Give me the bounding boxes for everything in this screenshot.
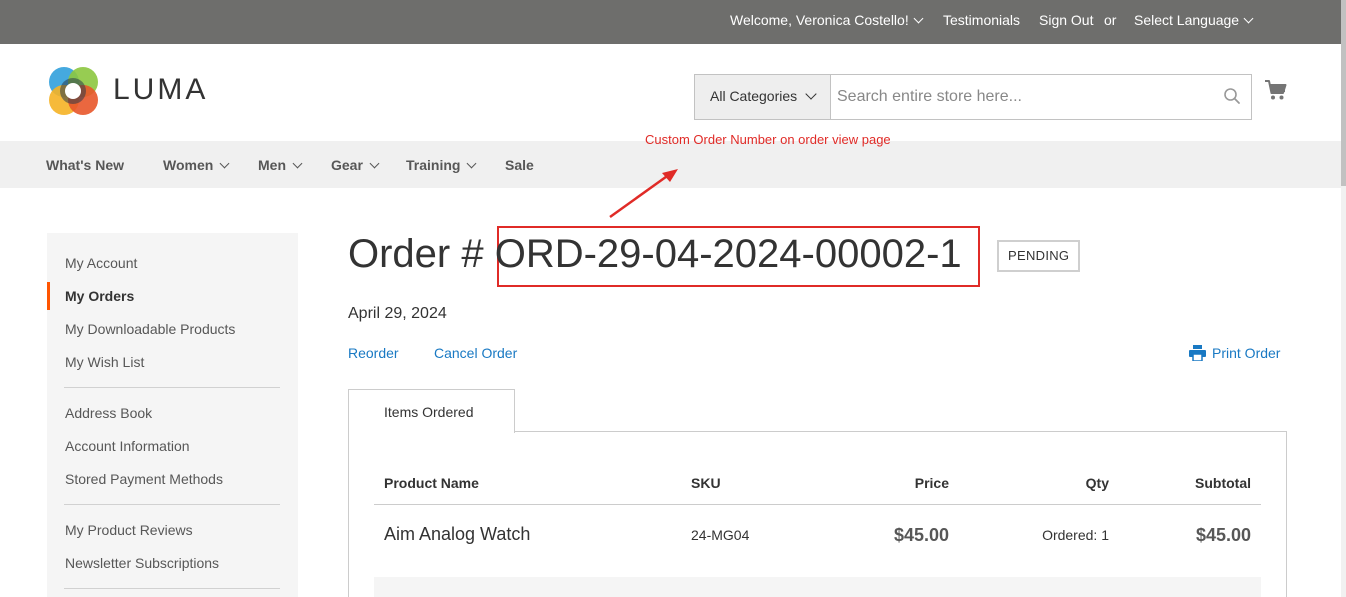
sku-cell: 24-MG04 (691, 527, 750, 543)
nav-item-men[interactable]: Men (258, 157, 303, 173)
nav-label: Sale (505, 157, 534, 173)
account-sidebar: My Account My Orders My Downloadable Pro… (47, 233, 298, 597)
sidebar-item-address-book[interactable]: Address Book (65, 405, 152, 421)
qty-cell: Ordered: 1 (1042, 527, 1109, 543)
luma-logo-icon[interactable] (47, 66, 107, 118)
order-title-prefix: Order # (348, 232, 495, 276)
cart-icon[interactable] (1264, 78, 1288, 102)
search-input[interactable] (832, 75, 1212, 119)
annotation-label: Custom Order Number on order view page (645, 132, 891, 147)
reorder-link[interactable]: Reorder (348, 345, 399, 361)
welcome-text: Welcome, Veronica Costello! (730, 12, 909, 28)
order-number: ORD-29-04-2024-00002-1 (494, 232, 962, 276)
sidebar-divider (64, 387, 280, 388)
sidebar-item-wish-list[interactable]: My Wish List (65, 354, 144, 370)
order-status-badge: Pending (997, 240, 1081, 272)
nav-label: Men (258, 157, 286, 173)
sidebar-divider (64, 504, 280, 505)
nav-item-sale[interactable]: Sale (505, 157, 534, 173)
sidebar-item-stored-payment-methods[interactable]: Stored Payment Methods (65, 471, 223, 487)
chevron-down-icon (219, 158, 230, 169)
subtotal-cell: $45.00 (1195, 525, 1251, 545)
print-order-link[interactable]: Print Order (1189, 345, 1280, 361)
active-indicator (47, 282, 50, 310)
column-header-sku: SKU (691, 475, 721, 491)
testimonials-link[interactable]: Testimonials (943, 12, 1020, 28)
sign-out-link[interactable]: Sign Out (1039, 12, 1093, 28)
search-icon[interactable] (1223, 87, 1241, 105)
customer-welcome-menu[interactable]: Welcome, Veronica Costello! (730, 12, 924, 28)
sidebar-item-newsletter-subscriptions[interactable]: Newsletter Subscriptions (65, 555, 219, 571)
sidebar-item-product-reviews[interactable]: My Product Reviews (65, 522, 193, 538)
annotation-arrow-icon (609, 169, 678, 219)
sidebar-item-downloadable-products[interactable]: My Downloadable Products (65, 321, 235, 337)
order-date: April 29, 2024 (348, 305, 447, 322)
printer-icon (1189, 345, 1206, 361)
order-totals-area (374, 577, 1261, 597)
nav-label: Training (406, 157, 461, 173)
chevron-down-icon (369, 158, 380, 169)
nav-item-whats-new[interactable]: What's New (46, 157, 124, 173)
chevron-down-icon (1243, 13, 1254, 24)
sidebar-item-account-information[interactable]: Account Information (65, 438, 190, 454)
search-form: All Categories (694, 74, 1252, 120)
sidebar-item-my-orders[interactable]: My Orders (65, 288, 134, 304)
top-panel: Welcome, Veronica Costello! Testimonials… (0, 0, 1341, 44)
column-header-price: Price (914, 475, 949, 491)
chevron-down-icon (913, 13, 924, 24)
chevron-down-icon (805, 88, 817, 100)
print-order-label: Print Order (1212, 345, 1281, 361)
category-select[interactable]: All Categories (695, 75, 831, 119)
price-cell: $45.00 (893, 525, 949, 545)
chevron-down-icon (292, 158, 303, 169)
nav-item-gear[interactable]: Gear (331, 157, 380, 173)
product-name-cell: Aim Analog Watch (384, 524, 531, 544)
cancel-order-link[interactable]: Cancel Order (434, 345, 517, 361)
language-label: Select Language (1134, 12, 1240, 28)
category-select-label: All Categories (710, 88, 798, 104)
column-header-subtotal: Subtotal (1195, 475, 1251, 491)
sidebar-divider (64, 588, 280, 589)
page-scrollbar[interactable] (1341, 0, 1346, 597)
items-ordered-panel (348, 431, 1287, 597)
nav-label: Gear (331, 157, 363, 173)
nav-label: Women (163, 157, 214, 173)
tab-items-ordered[interactable]: Items Ordered (348, 389, 515, 433)
language-switcher[interactable]: Select Language (1134, 12, 1254, 28)
or-text: or (1104, 12, 1117, 28)
chevron-down-icon (467, 158, 477, 169)
nav-label: What's New (46, 157, 125, 173)
nav-item-training[interactable]: Training (406, 157, 477, 173)
nav-item-women[interactable]: Women (163, 157, 230, 173)
column-header-qty: Qty (1085, 475, 1109, 491)
scrollbar-thumb[interactable] (1341, 0, 1346, 186)
sidebar-item-my-account[interactable]: My Account (65, 255, 137, 271)
logo-text[interactable]: LUMA (113, 73, 208, 107)
page-title: Order # ORD-29-04-2024-00002-1 (348, 232, 962, 277)
table-header-divider (374, 504, 1261, 505)
column-header-product-name: Product Name (384, 475, 479, 491)
